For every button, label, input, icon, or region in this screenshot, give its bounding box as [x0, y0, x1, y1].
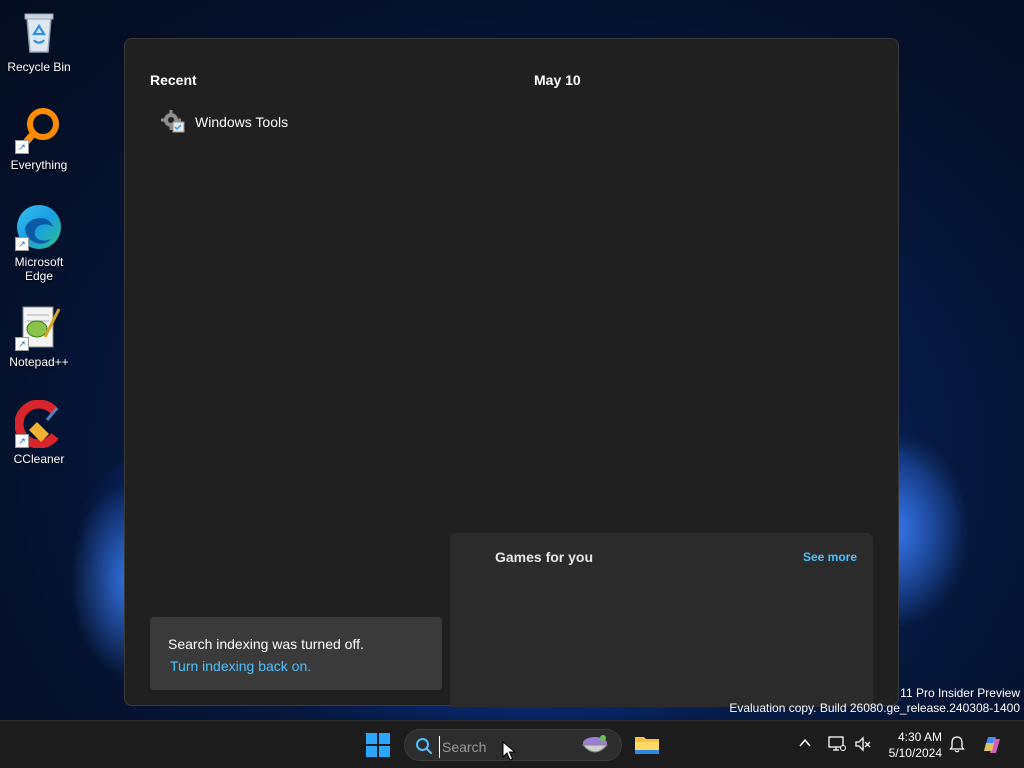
date-heading: May 10	[534, 72, 581, 88]
desktop-icon-label: Everything	[10, 158, 68, 172]
start-button[interactable]	[366, 733, 390, 757]
recent-heading: Recent	[150, 72, 197, 88]
search-icon	[416, 738, 432, 754]
chevron-up-icon[interactable]	[797, 735, 813, 751]
recent-item-windows-tools[interactable]: Windows Tools	[161, 109, 288, 135]
desktop-icon-label: Notepad++	[9, 355, 69, 369]
see-more-link[interactable]: See more	[803, 550, 857, 564]
indexing-notice-message: Search indexing was turned off.	[168, 636, 364, 652]
ccleaner-icon: ↗	[14, 399, 63, 449]
file-explorer-icon[interactable]	[634, 733, 660, 755]
shortcut-arrow-icon: ↗	[15, 237, 29, 251]
everything-search-icon: ↗	[15, 106, 63, 154]
copilot-icon[interactable]	[980, 733, 1004, 757]
watermark-build: Evaluation copy. Build 26080.ge_release.…	[729, 701, 1020, 715]
shortcut-arrow-icon: ↗	[15, 434, 29, 448]
desktop-icon-label: CCleaner	[13, 452, 65, 466]
games-for-you-card: Games for you See more	[450, 533, 873, 707]
desktop-icon-recycle-bin[interactable]: Recycle Bin	[0, 8, 78, 74]
desktop-icon-label: Recycle Bin	[7, 60, 71, 74]
desktop-icon-everything[interactable]: ↗ Everything	[0, 106, 78, 172]
volume-muted-icon[interactable]	[854, 735, 872, 753]
edge-icon: ↗	[15, 203, 63, 251]
shortcut-arrow-icon: ↗	[15, 140, 29, 154]
desktop-icon-ccleaner[interactable]: ↗ CCleaner	[0, 399, 78, 466]
games-title: Games for you	[495, 549, 594, 565]
indexing-notice: Search indexing was turned off. Turn ind…	[150, 617, 442, 690]
notepadpp-icon: ↗	[15, 303, 63, 351]
recent-item-label: Windows Tools	[195, 114, 289, 130]
desktop-icon-notepadpp[interactable]: ↗ Notepad++	[0, 303, 78, 369]
clock[interactable]: 4:30 AM 5/10/2024	[880, 729, 942, 761]
desktop-icon-label: Microsoft Edge	[14, 255, 64, 283]
search-flyout: Recent May 10 Windows Tools Search index…	[124, 38, 899, 707]
turn-indexing-on-link[interactable]: Turn indexing back on.	[170, 658, 311, 674]
desktop-icon-edge[interactable]: ↗ Microsoft Edge	[0, 203, 78, 283]
notification-bell-icon[interactable]	[948, 735, 966, 753]
search-highlight-icon	[581, 735, 609, 753]
clock-date: 5/10/2024	[888, 746, 942, 760]
network-icon[interactable]	[828, 735, 846, 753]
windows-tools-icon	[161, 110, 185, 133]
watermark-edition: 11 Pro Insider Preview	[900, 686, 1020, 700]
shortcut-arrow-icon: ↗	[15, 337, 29, 351]
mouse-cursor-icon	[502, 741, 516, 761]
recycle-bin-icon	[15, 8, 63, 56]
clock-time: 4:30 AM	[897, 730, 942, 744]
